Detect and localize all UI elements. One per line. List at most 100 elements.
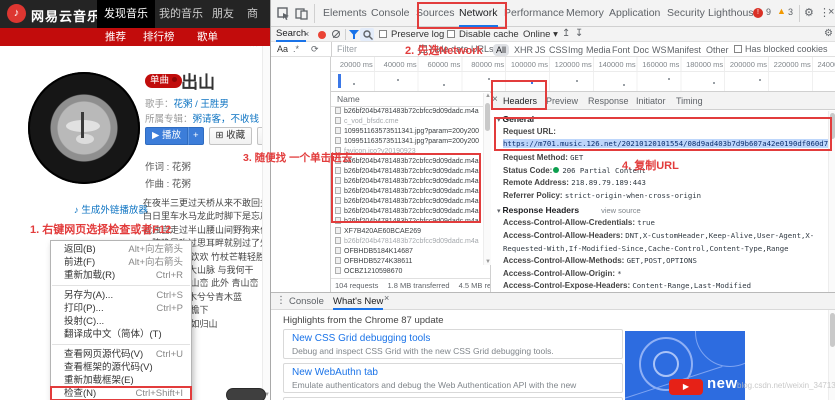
context-menu-item[interactable] [52, 285, 190, 286]
request-row[interactable]: OFBHDB5184K14687 [331, 247, 490, 257]
add-to-playlist-button[interactable]: + [188, 127, 204, 145]
record-network-log-icon[interactable] [318, 31, 326, 39]
request-row[interactable]: OCBZ1210598670 [331, 267, 490, 277]
preserve-log-label[interactable]: Preserve log [391, 29, 444, 40]
tab-console[interactable]: Console [371, 0, 410, 27]
filter-chip-manifest[interactable]: Manifest [664, 44, 704, 56]
request-row[interactable]: 109951163573511341.jpg?param=200y200 [331, 137, 490, 147]
close-search-icon[interactable]: × [304, 29, 309, 39]
drawer-tab-whats-new[interactable]: What's New [333, 293, 383, 310]
has-blocked-cookies-label[interactable]: Has blocked cookies [745, 44, 828, 54]
nav-discover-music[interactable]: 发现音乐 [97, 0, 155, 28]
generate-external-player-link[interactable]: ♪ 生成外链播放器 [74, 202, 148, 216]
request-row[interactable]: XF7B420AE60BCAE269 [331, 227, 490, 237]
context-menu-item[interactable]: 投射(C)... [51, 315, 191, 328]
netease-logo-icon[interactable]: ♪ [7, 4, 26, 23]
page-scrollbar[interactable]: ▼ [262, 46, 270, 400]
request-list-scrollbar[interactable]: ▲ ▼ [483, 93, 491, 265]
preserve-log-checkbox[interactable] [379, 30, 387, 38]
card-title-link[interactable]: New WebAuthn tab [292, 367, 614, 378]
tab-elements[interactable]: Elements [323, 0, 367, 27]
context-menu-item[interactable]: 前进(F) Alt+向右箭头 [51, 256, 191, 269]
context-menu-item[interactable]: 翻译成中文（简体）(T) [51, 328, 191, 341]
context-menu-item[interactable]: 另存为(A)... Ctrl+S [51, 289, 191, 302]
search-icon[interactable] [363, 30, 373, 40]
request-row[interactable]: 109951163573511341.jpg?param=200y200 [331, 127, 490, 137]
match-case-toggle[interactable]: Aa [277, 44, 288, 54]
nav-mall[interactable]: 商城 [240, 0, 270, 28]
filter-funnel-icon[interactable] [349, 30, 359, 39]
album-link[interactable]: 粥请客，不收钱 [193, 114, 260, 125]
close-whats-new-icon[interactable]: × [384, 293, 389, 303]
play-button[interactable]: ▶ 播放 [145, 127, 188, 145]
disclosure-triangle-icon[interactable]: ▾ [497, 208, 501, 215]
context-menu-item[interactable]: 查看框架的源代码(V) [51, 361, 191, 374]
filter-chip-all[interactable]: All [493, 44, 509, 56]
tab-response[interactable]: Response [588, 92, 629, 110]
context-menu-item[interactable]: 检查(N) Ctrl+Shift+I [51, 387, 191, 400]
drawer-tab-console[interactable]: Console [289, 293, 324, 310]
response-header-row: Access-Control-Allow-Methods: GET,POST,O… [497, 255, 828, 268]
disable-cache-checkbox[interactable] [447, 30, 455, 38]
subnav-recommend[interactable]: 推荐 [105, 28, 126, 46]
scrollbar-thumb[interactable] [485, 103, 490, 131]
tab-initiator[interactable]: Initiator [636, 92, 666, 110]
scrollbar-thumb[interactable] [830, 313, 835, 347]
close-devtools-icon[interactable]: × [828, 6, 834, 18]
context-menu-item[interactable]: 重新加载框架(E) [51, 374, 191, 387]
response-headers-section-title[interactable]: ▾Response Headersview source [497, 205, 828, 215]
context-menu-item[interactable] [52, 344, 190, 345]
drawer-kebab-menu-icon[interactable]: ⋮ [276, 295, 286, 306]
refresh-search-icon[interactable]: ⟳ [311, 44, 319, 55]
filter-chip-other[interactable]: Other [703, 44, 732, 56]
tab-memory[interactable]: Memory [566, 0, 604, 27]
subnav-rankings[interactable]: 排行榜 [143, 28, 175, 46]
request-row[interactable]: b26bf204b4781483b72cbfcc9d09dadc.m4a [331, 107, 490, 117]
request-row[interactable]: b26bf204b4781483b72cbfcc9d09dadc.m4a [331, 237, 490, 247]
clear-network-log-icon[interactable] [332, 30, 340, 38]
network-overview-strip[interactable] [331, 72, 835, 92]
tab-performance[interactable]: Performance [504, 0, 564, 27]
nav-friends[interactable]: 朋友 [205, 0, 241, 28]
filter-row: Aa .* ⟳ Filter Hide data URLs All XHR JS… [271, 42, 835, 57]
context-menu-item[interactable]: 重新加载(R) Ctrl+R [51, 269, 191, 282]
brand-title[interactable]: 网易云音乐 [31, 6, 101, 25]
tab-lighthouse[interactable]: Lighthouse [708, 0, 759, 27]
file-icon [335, 127, 341, 134]
request-row[interactable]: c_vod_bfsdc.cme [331, 117, 490, 127]
tab-security[interactable]: Security [667, 0, 705, 27]
import-har-icon[interactable]: ↥ [562, 28, 570, 39]
inspect-element-icon[interactable] [277, 7, 290, 20]
network-settings-gear-icon[interactable]: ⚙ [824, 28, 833, 39]
whats-new-card[interactable]: New CSS Grid debugging tools Debug and i… [283, 329, 623, 359]
regex-toggle[interactable]: .* [293, 44, 299, 54]
device-toolbar-icon[interactable] [295, 7, 308, 20]
nav-my-music[interactable]: 我的音乐 [152, 0, 210, 28]
favorite-button[interactable]: ⊞ 收藏 [209, 127, 253, 145]
view-source-link[interactable]: view source [601, 206, 641, 215]
whats-new-card[interactable]: New WebAuthn tab Emulate authenticators … [283, 363, 623, 393]
disable-cache-label[interactable]: Disable cache [459, 29, 519, 40]
whats-new-video-thumbnail[interactable]: ▶ new [625, 331, 745, 400]
request-name-column-header[interactable]: Name [331, 92, 490, 107]
search-pane-title[interactable]: Search [276, 28, 306, 42]
filter-input[interactable]: Filter [337, 44, 357, 54]
context-menu-item[interactable]: 查看网页源代码(V) Ctrl+U [51, 348, 191, 361]
card-title-link[interactable]: New CSS Grid debugging tools [292, 333, 614, 344]
throttling-dropdown[interactable]: Online ▾ [523, 29, 558, 40]
has-blocked-cookies-checkbox[interactable] [734, 45, 742, 53]
settings-gear-icon[interactable]: ⚙ [804, 6, 814, 19]
warning-badge-icon[interactable]: ▲ [777, 6, 786, 16]
artist-link[interactable]: 花粥 / 王胜男 [174, 99, 229, 110]
tab-application[interactable]: Application [609, 0, 660, 27]
request-row[interactable]: OFBHDB5274K38611 [331, 257, 490, 267]
mini-player-handle[interactable] [226, 388, 266, 400]
context-menu-item[interactable]: 打印(P)... Ctrl+P [51, 302, 191, 315]
error-badge-icon[interactable]: ! [753, 8, 763, 18]
tab-timing[interactable]: Timing [676, 92, 703, 110]
tab-preview[interactable]: Preview [546, 92, 578, 110]
subnav-playlists[interactable]: 歌单 [197, 28, 218, 46]
export-har-icon[interactable]: ↧ [575, 28, 583, 39]
youtube-play-button-icon[interactable]: ▶ [669, 379, 703, 395]
context-menu-item[interactable]: 返回(B) Alt+向左箭头 [51, 243, 191, 256]
